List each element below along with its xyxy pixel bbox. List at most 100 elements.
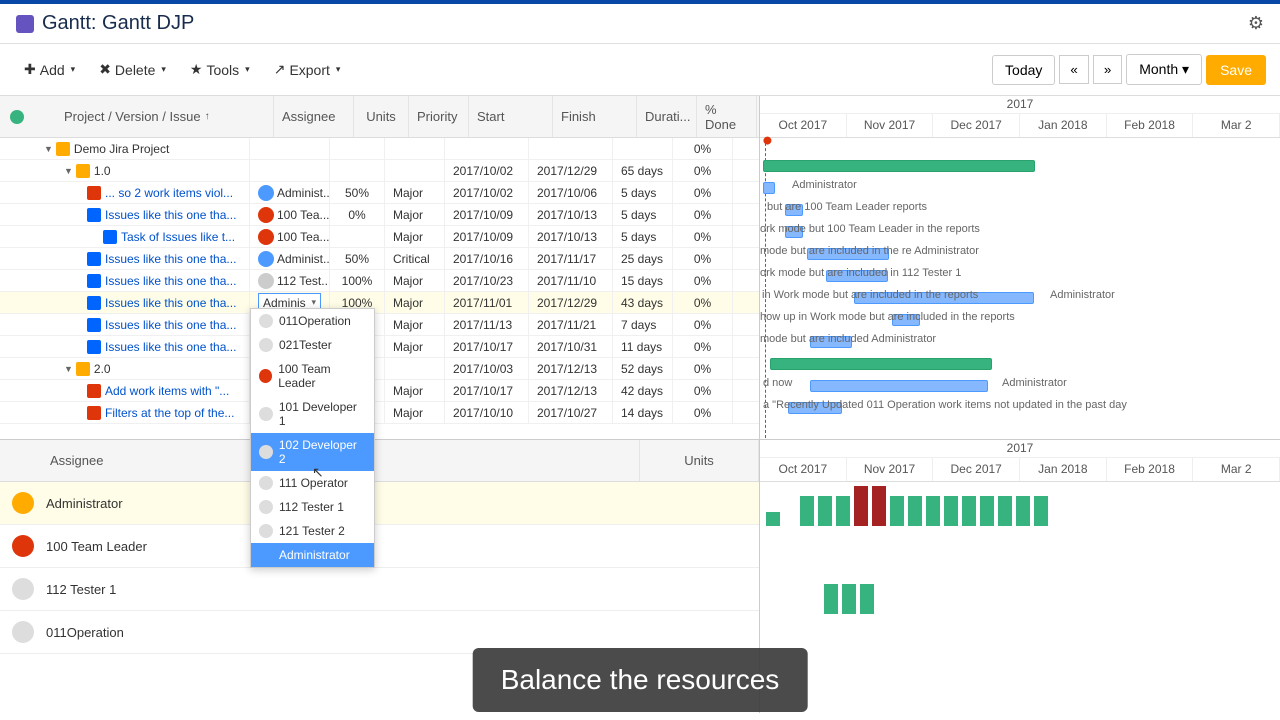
tools-button[interactable]: ★ Tools▾ [180, 55, 260, 84]
col-start[interactable]: Start [469, 96, 553, 137]
resource-row[interactable]: 112 Tester 1 [0, 568, 759, 611]
month-col: Mar 2 [1193, 114, 1280, 137]
bar-label: a "Recently Updated 011 Operation work i… [763, 399, 1127, 411]
histo-bar [908, 496, 922, 526]
dropdown-option[interactable]: 011Operation [251, 309, 374, 333]
col-finish[interactable]: Finish [553, 96, 637, 137]
gantt-bar[interactable] [770, 358, 992, 370]
month-col: Feb 2018 [1107, 458, 1194, 481]
histo-bar [1016, 496, 1030, 526]
today-button[interactable]: Today [992, 55, 1055, 85]
task-row[interactable]: ... so 2 work items viol...Administ...50… [0, 182, 759, 204]
year-label: 2017 [760, 96, 1280, 114]
histo-bar [818, 496, 832, 526]
res-col-units[interactable]: Units [640, 440, 759, 481]
task-row[interactable]: ▼Demo Jira Project0% [0, 138, 759, 160]
bar-label: how up in Work mode but are included in … [760, 311, 1015, 323]
col-units[interactable]: Units [354, 96, 409, 137]
toolbar: ✚ Add▾ ✖ Delete▾ ★ Tools▾ ↗ Export▾ Toda… [0, 44, 1280, 95]
month-col: Jan 2018 [1020, 114, 1107, 137]
gantt-timeline: 2017 Oct 2017Nov 2017Dec 2017Jan 2018Feb… [760, 96, 1280, 439]
histo-bar [926, 496, 940, 526]
month-col: Nov 2017 [847, 458, 934, 481]
month-col: Oct 2017 [760, 114, 847, 137]
export-button[interactable]: ↗ Export▾ [264, 55, 351, 84]
bar-label: mode but are included in the re Administ… [760, 245, 979, 257]
dropdown-option[interactable]: 102 Developer 2 [251, 433, 374, 471]
task-row[interactable]: Issues like this one tha...Administ...50… [0, 248, 759, 270]
histo-bar [824, 584, 838, 614]
task-row[interactable]: Issues like this one tha...112 Test...10… [0, 270, 759, 292]
resource-row[interactable]: Administrator [0, 482, 759, 525]
histo-bar [872, 486, 886, 526]
save-button[interactable]: Save [1206, 55, 1266, 85]
col-assignee[interactable]: Assignee [274, 96, 354, 137]
page-header: Gantt: Gantt DJP ⚙ [0, 4, 1280, 44]
dropdown-option[interactable]: 021Tester [251, 333, 374, 357]
task-row[interactable]: ▼1.02017/10/022017/12/2965 days0% [0, 160, 759, 182]
histo-bar [998, 496, 1012, 526]
gantt-icon [16, 15, 34, 33]
dropdown-option[interactable]: 100 Team Leader [251, 357, 374, 395]
month-col: Jan 2018 [1020, 458, 1107, 481]
bar-label: in Work mode but are included in the rep… [762, 289, 978, 301]
dropdown-option[interactable]: 121 Tester 2 [251, 519, 374, 543]
task-row[interactable]: Add work items with "...Major2017/10/172… [0, 380, 759, 402]
bar-label: ork mode but are included in 112 Tester … [760, 267, 961, 279]
month-col: Dec 2017 [933, 114, 1020, 137]
bar-label: but are 100 Team Leader reports [767, 201, 927, 213]
histo-bar [766, 512, 780, 526]
histo-bar [842, 584, 856, 614]
prev-button[interactable]: « [1059, 55, 1088, 84]
histo-bar [890, 496, 904, 526]
col-tree[interactable]: Project / Version / Issue↑ [24, 96, 274, 137]
year-label-2: 2017 [760, 440, 1280, 458]
status-icon [10, 110, 24, 124]
task-row[interactable]: Issues like this one tha...100 Tea...0%M… [0, 204, 759, 226]
histo-bar [860, 584, 874, 614]
month-col: Dec 2017 [933, 458, 1020, 481]
gantt-bar[interactable] [810, 380, 988, 392]
bar-label: mode but are included Administrator [760, 333, 936, 345]
dropdown-option[interactable]: 101 Developer 1 [251, 395, 374, 433]
add-button[interactable]: ✚ Add▾ [14, 55, 85, 84]
task-row[interactable]: Filters at the top of the...Major2017/10… [0, 402, 759, 424]
histo-bar [1034, 496, 1048, 526]
gear-icon[interactable]: ⚙ [1248, 13, 1264, 34]
col-done[interactable]: % Done [697, 96, 757, 137]
task-grid: Project / Version / Issue↑ Assignee Unit… [0, 96, 760, 439]
dropdown-option[interactable]: Administrator [251, 543, 374, 567]
bar-label: Administrator [1002, 377, 1067, 389]
dropdown-option[interactable]: 112 Tester 1 [251, 495, 374, 519]
task-row[interactable]: ▼2.02017/10/032017/12/1352 days0% [0, 358, 759, 380]
histo-bar [854, 486, 868, 526]
task-row[interactable]: Issues like this one tha...Major2017/10/… [0, 336, 759, 358]
dropdown-option[interactable]: 111 Operator [251, 471, 374, 495]
caption-overlay: Balance the resources [473, 648, 808, 712]
next-button[interactable]: » [1093, 55, 1122, 84]
bar-label: Administrator [1050, 289, 1115, 301]
col-priority[interactable]: Priority [409, 96, 469, 137]
resource-histogram: 2017 Oct 2017Nov 2017Dec 2017Jan 2018Feb… [760, 440, 1280, 713]
gantt-bar[interactable] [763, 160, 1035, 172]
histo-bar [962, 496, 976, 526]
month-col: Nov 2017 [847, 114, 934, 137]
histo-bar [800, 496, 814, 526]
resource-row[interactable]: 100 Team Leader [0, 525, 759, 568]
month-col: Oct 2017 [760, 458, 847, 481]
histo-bar [980, 496, 994, 526]
task-row[interactable]: Task of Issues like t...100 Tea...Major2… [0, 226, 759, 248]
task-row[interactable]: Issues like this one tha...Adminis▾100%M… [0, 292, 759, 314]
zoom-button[interactable]: Month ▾ [1126, 54, 1202, 85]
page-title: Gantt: Gantt DJP [42, 12, 194, 35]
bar-label: ork mode but 100 Team Leader in the repo… [760, 223, 980, 235]
col-duration[interactable]: Durati... [637, 96, 697, 137]
gantt-bar[interactable] [763, 182, 775, 194]
month-col: Feb 2018 [1107, 114, 1194, 137]
histo-bar [944, 496, 958, 526]
bar-label: d now [763, 377, 792, 389]
assignee-dropdown[interactable]: 011Operation021Tester100 Team Leader101 … [250, 308, 375, 568]
task-row[interactable]: Issues like this one tha...Major2017/11/… [0, 314, 759, 336]
delete-button[interactable]: ✖ Delete▾ [89, 55, 176, 84]
histo-bar [836, 496, 850, 526]
